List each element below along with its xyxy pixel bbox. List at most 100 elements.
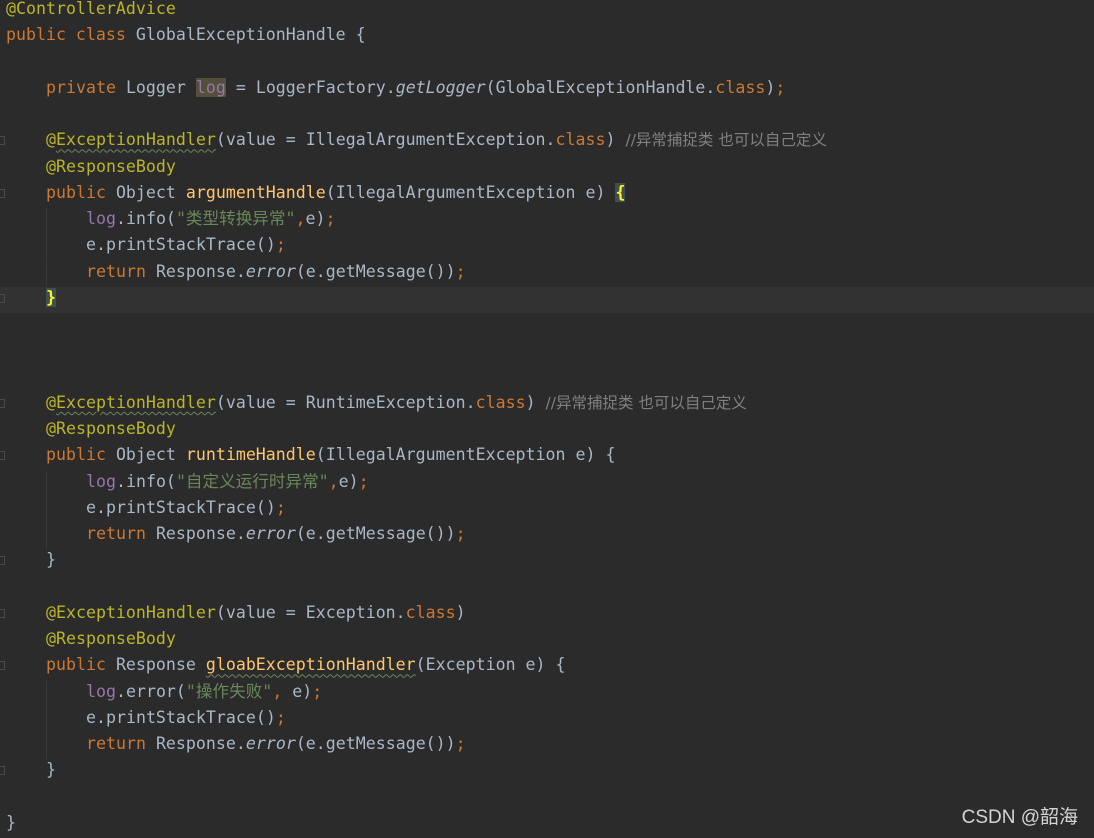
code-line[interactable]: @ExceptionHandler(value = RuntimeExcepti… [0,392,1094,418]
fold-marker-icon[interactable] [0,398,5,408]
code-token: Object [115,445,186,465]
code-token: log [195,77,226,97]
code-line[interactable]: } [0,812,1094,838]
code-token: log [86,471,116,491]
code-text: return Response.error(e.getMessage()); [86,733,466,755]
code-line[interactable]: @ExceptionHandler(value = IllegalArgumen… [0,129,1094,155]
code-token: (Exception e) { [415,655,566,675]
code-line[interactable] [0,366,1094,392]
fold-marker-icon[interactable] [0,608,5,618]
code-token: (IllegalArgumentException e) { [315,445,616,465]
fold-marker-icon[interactable] [0,451,5,461]
code-token: ExceptionHandler [56,392,216,412]
code-line[interactable]: e.printStackTrace(); [0,234,1094,261]
code-token: e.printStackTrace() [86,497,276,517]
code-line[interactable]: return Response.error(e.getMessage()); [0,260,1094,287]
code-token: //异常捕捉类 也可以自己定义 [545,393,747,412]
code-line[interactable]: @ControllerAdvice [0,0,1094,24]
code-line[interactable]: @ResponseBody [0,628,1094,654]
code-line[interactable]: private Logger log = LoggerFactory.getLo… [0,77,1094,103]
code-token: e) [338,471,359,491]
code-line[interactable] [0,786,1094,812]
code-token: @ResponseBody [46,156,176,176]
fold-marker-icon[interactable] [0,136,5,146]
code-text: public class GlobalExceptionHandle { [6,24,366,46]
code-line[interactable]: public Response gloabExceptionHandler(Ex… [0,654,1094,680]
code-line[interactable]: log.error("操作失败", e); [0,680,1094,707]
code-token: "操作失败" [185,681,273,701]
code-editor[interactable]: @ControllerAdvice public class GlobalExce… [0,0,1094,837]
indent-guide [46,470,47,497]
code-text: e.printStackTrace(); [86,707,286,729]
fold-marker-icon[interactable] [0,661,5,671]
code-token: ; [775,77,786,97]
code-text: private Logger log = LoggerFactory.getLo… [46,77,785,99]
code-token: "自定义运行时异常" [175,471,329,491]
code-line[interactable]: public Object runtimeHandle(IllegalArgum… [0,444,1094,470]
code-token: @ControllerAdvice [6,0,176,18]
code-line[interactable]: } [0,286,1094,313]
code-text: return Response.error(e.getMessage()); [86,523,466,545]
code-token: ; [275,707,286,727]
code-token: { [615,182,626,202]
code-text: } [6,812,16,834]
code-token: return [86,734,156,753]
fold-marker-icon[interactable] [0,188,5,198]
code-token: Response. [155,261,246,281]
code-text: } [46,549,56,571]
code-line[interactable]: return Response.error(e.getMessage()); [0,733,1094,759]
code-token: .info( [115,209,176,228]
code-token: , [295,209,306,228]
code-line[interactable] [0,103,1094,129]
code-text: } [46,759,56,781]
code-token: (value = Exception. [215,602,406,622]
fold-marker-icon[interactable] [0,766,5,776]
code-token: "类型转换异常" [175,209,296,228]
code-line[interactable]: public Object argumentHandle(IllegalArgu… [0,182,1094,208]
code-line[interactable]: log.info("自定义运行时异常",e); [0,470,1094,497]
code-token: ; [455,734,466,753]
code-line[interactable] [0,576,1094,602]
indent-guide [46,234,47,261]
code-token: } [46,550,56,570]
code-token: error [245,524,296,543]
indent-guide [46,680,47,707]
code-token: class [715,77,766,97]
code-text: @ResponseBody [46,628,176,650]
code-token: Response. [155,734,246,753]
indent-guide [46,733,47,759]
indent-guide [46,260,47,287]
code-token: argumentHandle [185,182,326,202]
code-token: ; [455,524,466,543]
code-token: class [555,130,606,150]
code-text: public Object argumentHandle(IllegalArgu… [46,182,626,204]
code-line[interactable]: return Response.error(e.getMessage()); [0,523,1094,549]
code-line[interactable]: log.info("类型转换异常",e); [0,208,1094,234]
code-token: ; [275,497,286,517]
code-line[interactable]: @ResponseBody [0,418,1094,444]
code-token: @ [46,392,56,412]
code-token: } [46,760,56,780]
code-line[interactable]: @ResponseBody [0,156,1094,182]
code-line[interactable] [0,51,1094,77]
code-text: @ControllerAdvice [6,0,176,20]
code-text: log.info("自定义运行时异常",e); [86,471,369,493]
code-text: log.error("操作失败", e); [86,681,322,703]
code-line[interactable] [0,313,1094,339]
code-line[interactable]: } [0,549,1094,575]
fold-marker-icon[interactable] [0,293,5,303]
code-line[interactable]: e.printStackTrace(); [0,706,1094,733]
code-token: log [86,681,116,701]
code-token: .info( [115,471,176,491]
code-line[interactable]: } [0,759,1094,785]
code-text: public Object runtimeHandle(IllegalArgum… [46,444,615,466]
code-text: @ResponseBody [46,156,176,178]
fold-marker-icon[interactable] [0,556,5,566]
code-line[interactable] [0,339,1094,365]
code-token: error [245,734,296,753]
code-line[interactable]: public class GlobalExceptionHandle { [0,24,1094,50]
code-token: //异常捕捉类 也可以自己定义 [625,131,827,150]
code-text: @ExceptionHandler(value = RuntimeExcepti… [46,392,747,414]
code-line[interactable]: e.printStackTrace(); [0,496,1094,523]
code-line[interactable]: @ExceptionHandler(value = Exception.clas… [0,602,1094,628]
